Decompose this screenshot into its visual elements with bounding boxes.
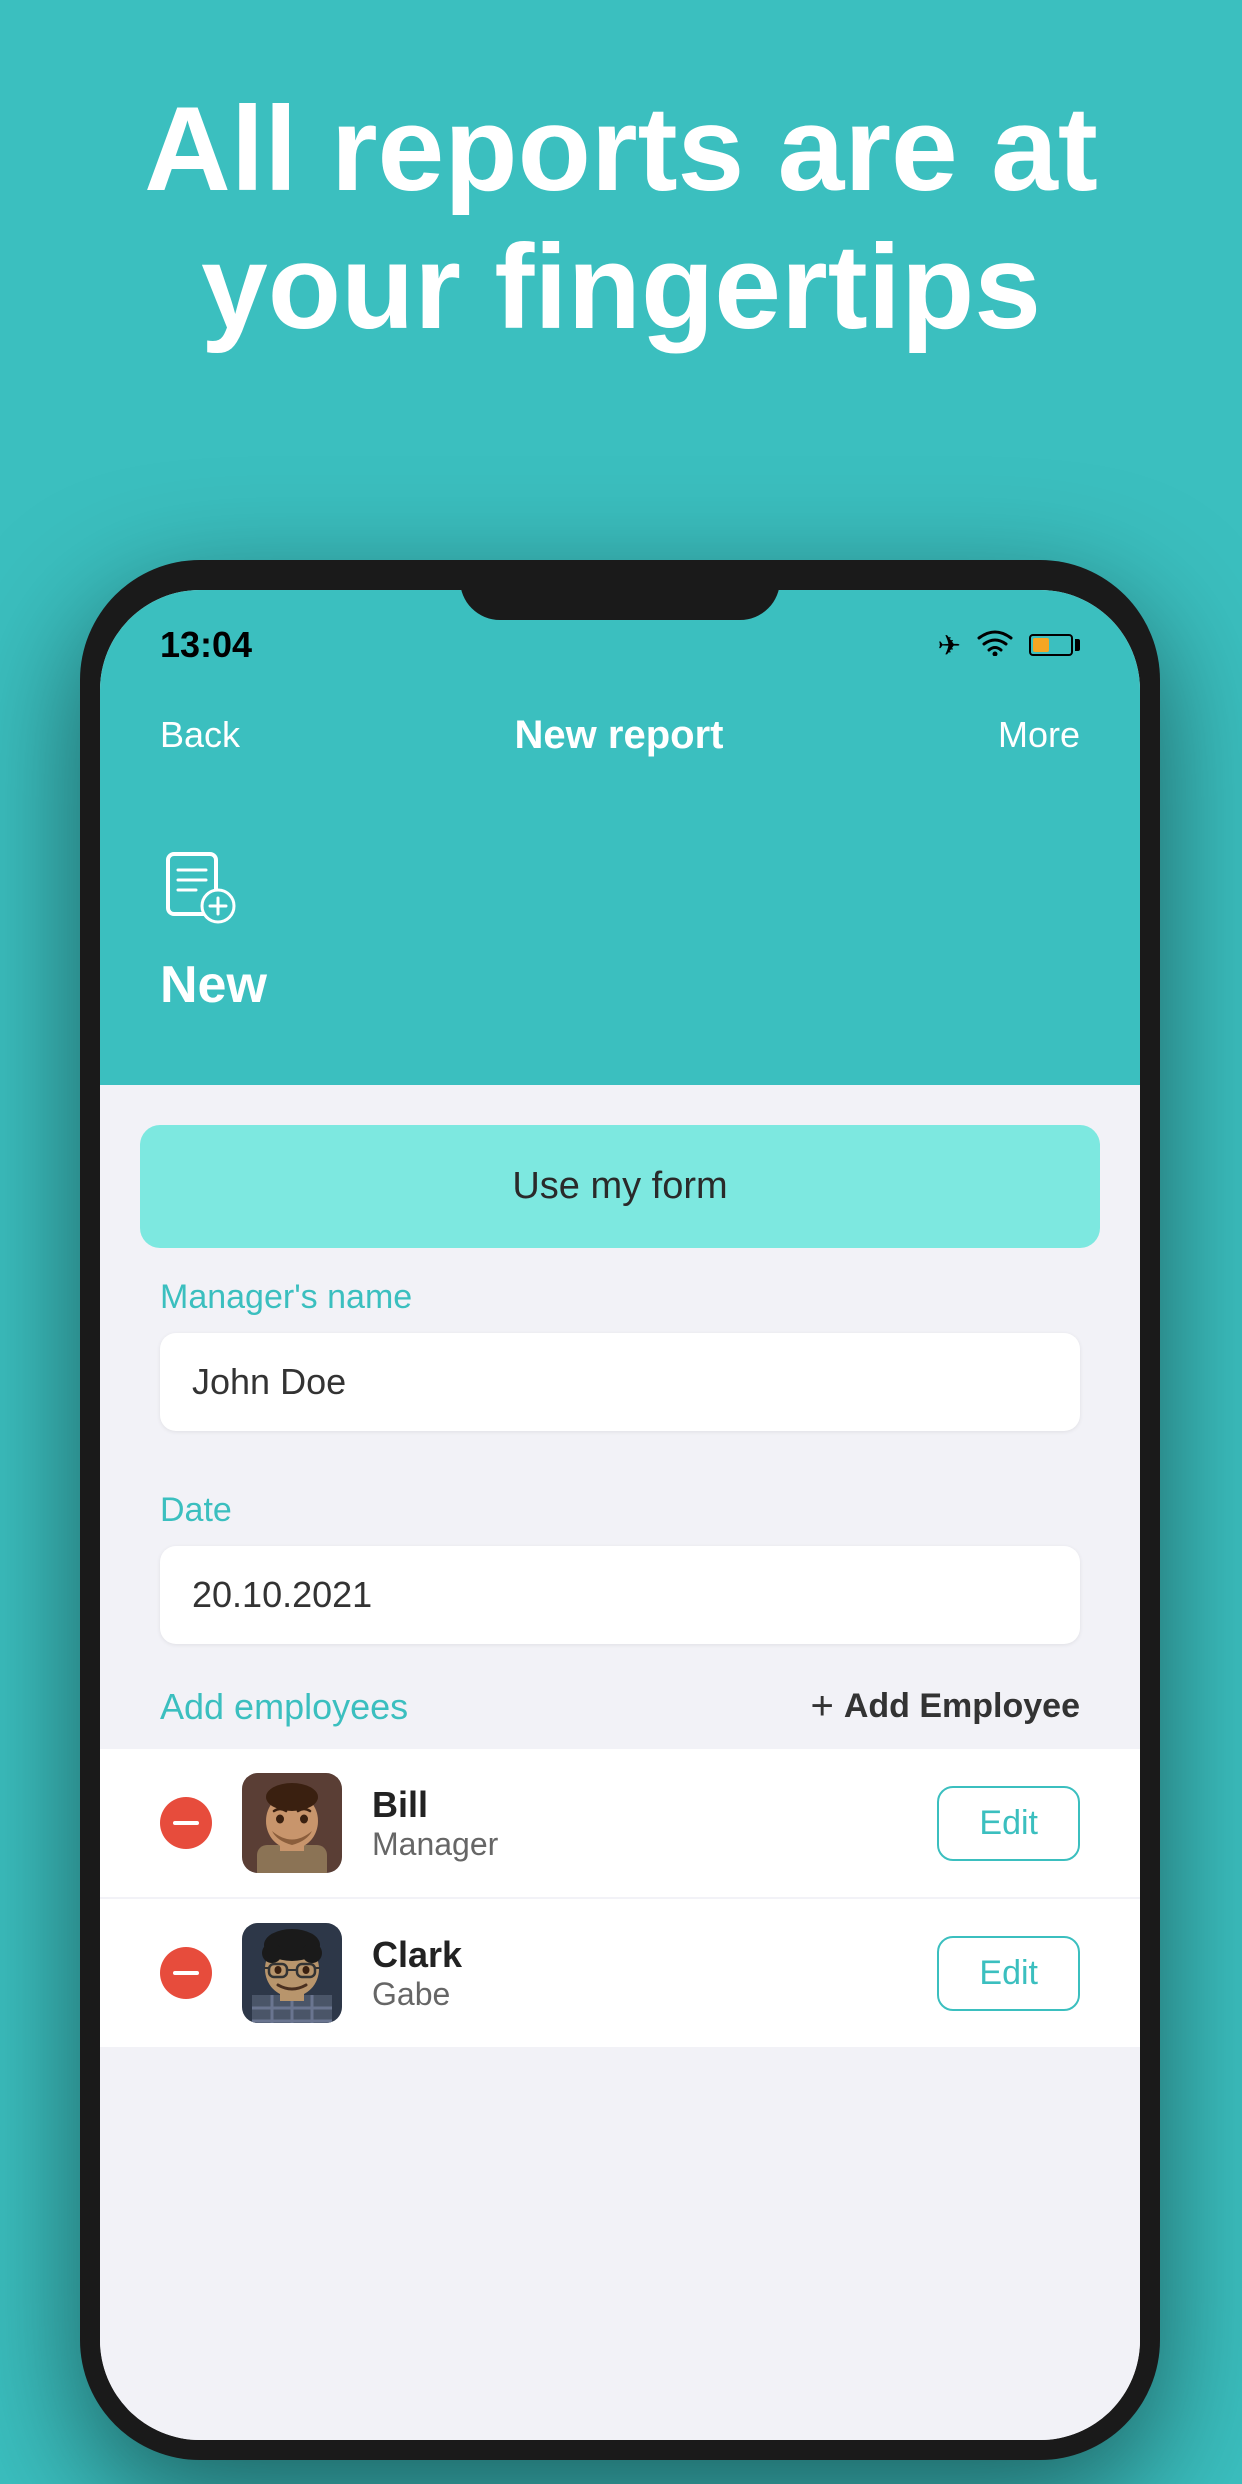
airplane-mode-icon: ✈ (938, 629, 961, 662)
avatar (242, 1923, 342, 2023)
phone-notch (460, 560, 780, 620)
date-field: Date 20.10.2021 (100, 1461, 1140, 1644)
wifi-icon (977, 628, 1013, 663)
employee-name: Clark (372, 1934, 907, 1976)
nav-bar: Back New report More (100, 680, 1140, 790)
nav-title: New report (515, 713, 724, 758)
battery-icon (1029, 634, 1080, 656)
remove-employee-button[interactable] (160, 1797, 212, 1849)
more-button[interactable]: More (998, 714, 1080, 756)
content-area: New Use my form Manager's name John Doe … (100, 790, 1140, 2440)
employee-name: Bill (372, 1784, 907, 1826)
employee-info: Bill Manager (372, 1784, 907, 1863)
list-item: Bill Manager Edit (100, 1749, 1140, 1897)
employee-role: Gabe (372, 1976, 907, 2013)
add-employee-label: Add Employee (844, 1687, 1080, 1726)
header-label: New (160, 955, 1080, 1015)
status-time: 13:04 (160, 624, 252, 666)
employees-header: Add employees + Add Employee (100, 1644, 1140, 1749)
use-my-form-button[interactable]: Use my form (140, 1125, 1100, 1248)
employee-role: Manager (372, 1826, 907, 1863)
plus-icon: + (810, 1684, 833, 1729)
manager-name-label: Manager's name (160, 1278, 1080, 1317)
status-icons: ✈ (938, 628, 1080, 663)
bill-avatar-image (242, 1773, 342, 1873)
date-label: Date (160, 1491, 1080, 1530)
manager-name-field: Manager's name John Doe (100, 1248, 1140, 1431)
add-employees-label: Add employees (160, 1686, 408, 1728)
avatar (242, 1773, 342, 1873)
edit-employee-button[interactable]: Edit (937, 1786, 1080, 1861)
phone-screen: 13:04 ✈ (100, 590, 1140, 2440)
minus-icon (173, 1971, 199, 1975)
edit-employee-button[interactable]: Edit (937, 1936, 1080, 2011)
date-input[interactable]: 20.10.2021 (160, 1546, 1080, 1644)
new-report-icon (160, 850, 240, 930)
remove-employee-button[interactable] (160, 1947, 212, 1999)
hero-title: All reports are at your fingertips (0, 80, 1242, 356)
phone-frame: 13:04 ✈ (80, 560, 1160, 2460)
manager-name-input[interactable]: John Doe (160, 1333, 1080, 1431)
employee-info: Clark Gabe (372, 1934, 907, 2013)
header-card: New (100, 790, 1140, 1085)
clark-avatar-image (242, 1923, 342, 2023)
list-item: Clark Gabe Edit (100, 1899, 1140, 2047)
add-employee-button[interactable]: + Add Employee (810, 1684, 1080, 1729)
back-button[interactable]: Back (160, 714, 240, 756)
minus-icon (173, 1821, 199, 1825)
